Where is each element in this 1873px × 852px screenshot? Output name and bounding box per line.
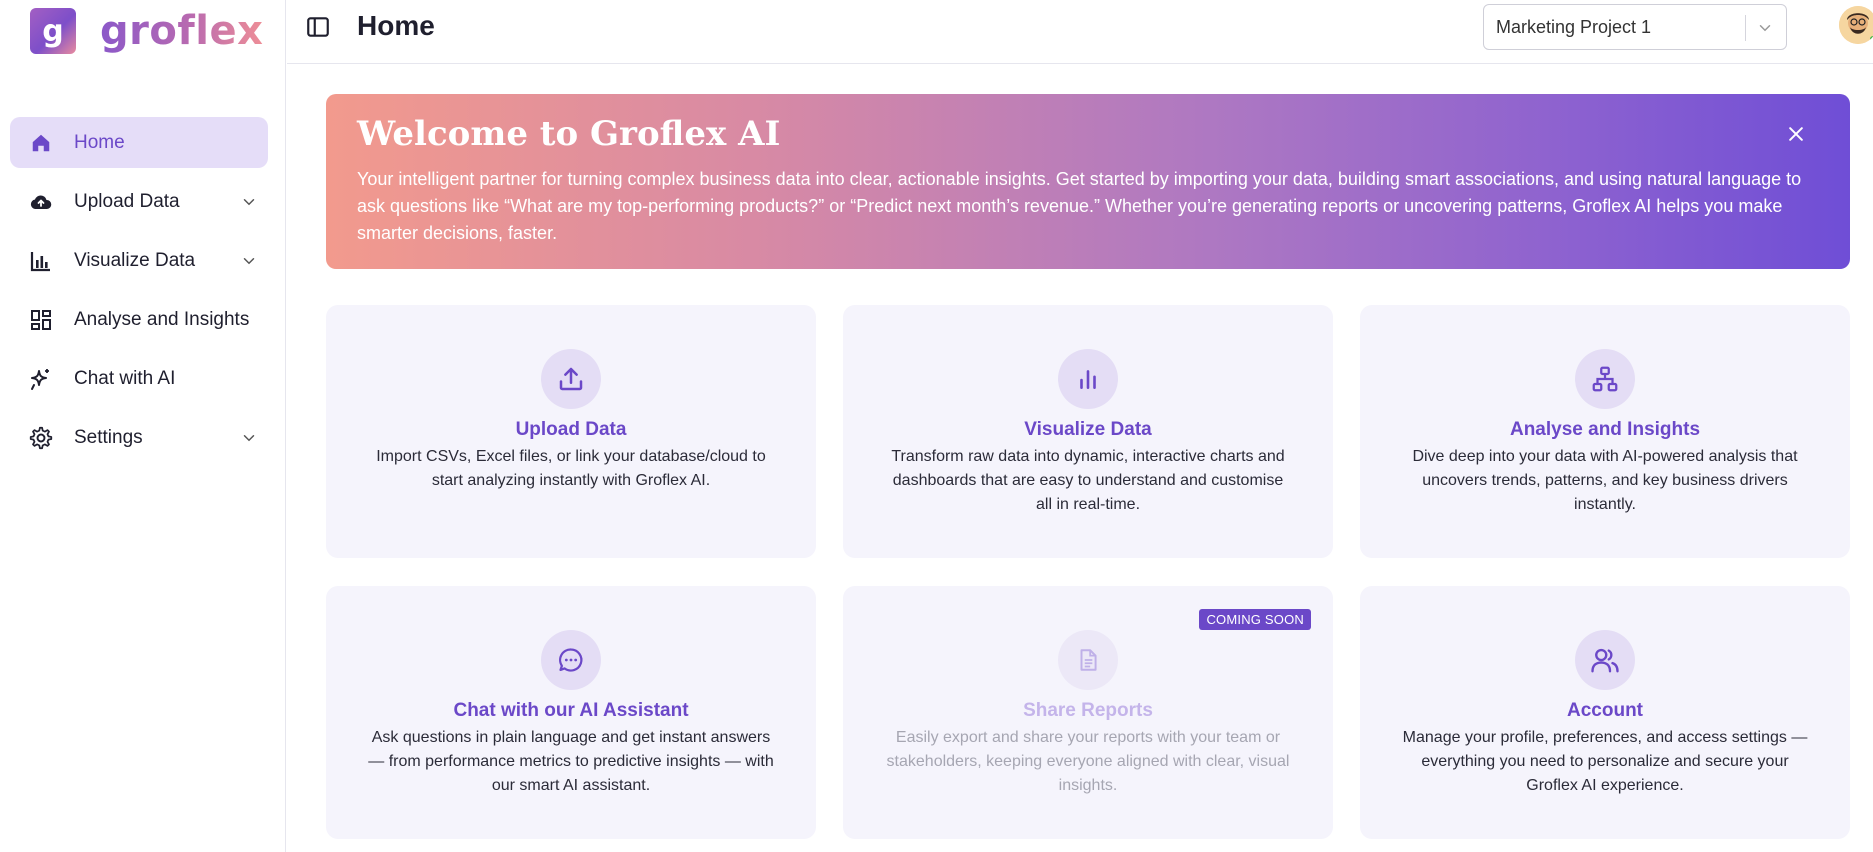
chevron-down-icon[interactable] xyxy=(240,429,258,447)
home-icon xyxy=(28,130,54,156)
card-title: Account xyxy=(1567,700,1643,721)
sidebar-item-home[interactable]: Home xyxy=(10,117,268,168)
card-analyse-and-insights[interactable]: Analyse and Insights Dive deep into your… xyxy=(1360,305,1850,558)
banner-text: Your intelligent partner for turning com… xyxy=(357,169,1802,243)
sidebar-item-label: Chat with AI xyxy=(74,367,176,389)
card-visualize-data[interactable]: Visualize Data Transform raw data into d… xyxy=(843,305,1333,558)
brand-name: groflex xyxy=(100,8,264,54)
document-icon xyxy=(1058,630,1118,690)
sidebar-item-chat-with-ai[interactable]: Chat with AI xyxy=(10,353,268,404)
project-select-value: Marketing Project 1 xyxy=(1496,17,1652,37)
card-chat-with-ai-assistant[interactable]: Chat with our AI Assistant Ask questions… xyxy=(326,586,816,839)
select-divider xyxy=(1745,15,1746,41)
sidebar-item-analyse-and-insights[interactable]: Analyse and Insights xyxy=(10,294,268,345)
users-icon xyxy=(1575,630,1635,690)
sidebar-item-label: Analyse and Insights xyxy=(74,308,250,330)
avatar[interactable] xyxy=(1839,6,1873,44)
close-icon[interactable] xyxy=(1786,124,1806,144)
card-description: Manage your profile, preferences, and ac… xyxy=(1402,729,1808,794)
card-upload-data[interactable]: Upload Data Import CSVs, Excel files, or… xyxy=(326,305,816,558)
user-avatar-icon xyxy=(1839,6,1873,44)
bar-chart-icon xyxy=(28,248,54,274)
sidebar-item-label: Upload Data xyxy=(74,190,180,212)
card-description: Ask questions in plain language and get … xyxy=(368,729,774,794)
welcome-banner: Welcome to Groflex AI Your intelligent p… xyxy=(326,94,1850,269)
card-account[interactable]: Account Manage your profile, preferences… xyxy=(1360,586,1850,839)
sidebar-nav: Home Upload Data Visualize Data Analyse … xyxy=(10,117,268,471)
card-description: Easily export and share your reports wit… xyxy=(886,729,1290,794)
sidebar-item-upload-data[interactable]: Upload Data xyxy=(10,176,268,227)
dashboard-icon xyxy=(28,307,54,333)
card-description: Transform raw data into dynamic, interac… xyxy=(891,448,1285,513)
card-share-reports: COMING SOON Share Reports Easily export … xyxy=(843,586,1333,839)
cloud-upload-icon xyxy=(28,189,54,215)
card-description: Dive deep into your data with AI-powered… xyxy=(1412,448,1798,513)
sidebar-item-label: Home xyxy=(74,131,125,153)
page-title: Home xyxy=(357,10,435,41)
sidebar-item-label: Visualize Data xyxy=(74,249,196,271)
bar-chart-icon xyxy=(1058,349,1118,409)
top-bar: Home Marketing Project 1 xyxy=(287,0,1873,64)
card-description: Import CSVs, Excel files, or link your d… xyxy=(376,448,766,489)
coming-soon-badge: COMING SOON xyxy=(1199,609,1311,630)
chevron-down-icon[interactable] xyxy=(240,252,258,270)
card-title: Chat with our AI Assistant xyxy=(453,700,689,721)
gear-icon xyxy=(28,425,54,451)
sidebar-item-settings[interactable]: Settings xyxy=(10,412,268,463)
logo-mark-icon: g xyxy=(30,8,76,54)
brand-logo[interactable]: g groflex xyxy=(30,8,263,54)
app-root: g groflex Home Upload Data Visualize Dat… xyxy=(0,0,1873,852)
sidebar-toggle-icon[interactable] xyxy=(305,14,331,40)
project-select[interactable]: Marketing Project 1 xyxy=(1483,4,1787,50)
sidebar-item-visualize-data[interactable]: Visualize Data xyxy=(10,235,268,286)
upload-icon xyxy=(541,349,601,409)
sidebar-item-label: Settings xyxy=(74,426,143,448)
card-title: Share Reports xyxy=(1023,700,1153,721)
hierarchy-icon xyxy=(1575,349,1635,409)
sidebar: g groflex Home Upload Data Visualize Dat… xyxy=(0,0,286,852)
banner-title: Welcome to Groflex AI xyxy=(357,114,781,154)
sparkle-icon xyxy=(28,366,54,392)
card-title: Visualize Data xyxy=(1024,419,1152,440)
chevron-down-icon[interactable] xyxy=(1756,19,1774,37)
card-title: Upload Data xyxy=(515,419,627,440)
chat-bubble-icon xyxy=(541,630,601,690)
card-title: Analyse and Insights xyxy=(1509,419,1701,440)
chevron-down-icon[interactable] xyxy=(240,193,258,211)
